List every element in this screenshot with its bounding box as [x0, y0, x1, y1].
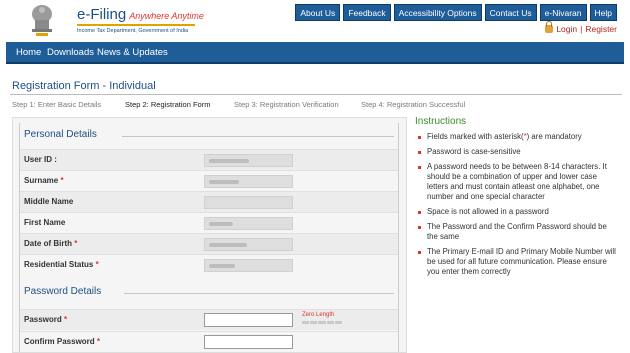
account-separator: |	[580, 24, 583, 34]
account-links: Login | Register	[545, 21, 617, 34]
top-nav-about-us[interactable]: About Us	[295, 4, 341, 21]
national-emblem-icon	[32, 5, 52, 36]
user-id-label: User ID :	[24, 155, 57, 164]
surname-label: Surname *	[24, 176, 64, 185]
middle-name-row: Middle Name	[20, 191, 398, 212]
step-3: Step 3: Registration Verification	[234, 100, 339, 109]
user-id-value	[204, 154, 293, 167]
page-title: Registration Form - Individual	[12, 80, 156, 92]
main-nav-home[interactable]: Home	[16, 47, 41, 58]
step-2-active: Step 2: Registration Form	[125, 100, 211, 109]
first-name-label: First Name	[24, 218, 66, 227]
date-of-birth-label: Date of Birth *	[24, 239, 78, 248]
top-nav-help[interactable]: Help	[589, 4, 617, 21]
main-nav-news-updates[interactable]: News & Updates	[97, 47, 168, 58]
login-link[interactable]: Login	[556, 24, 577, 34]
title-divider	[10, 94, 622, 95]
instruction-item: Password is case-sensitive	[418, 147, 618, 157]
main-nav-downloads[interactable]: Downloads	[47, 47, 94, 58]
section-divider	[124, 293, 394, 294]
residential-status-row: Residential Status *	[20, 254, 398, 275]
lock-icon	[545, 21, 554, 33]
residential-status-label: Residential Status *	[24, 260, 99, 269]
brand-subtitle: Income Tax Department, Government of Ind…	[77, 28, 189, 34]
first-name-value	[204, 217, 293, 230]
register-link[interactable]: Register	[585, 24, 617, 34]
section-divider	[122, 136, 394, 137]
instructions-heading: Instructions	[415, 116, 467, 127]
date-of-birth-row: Date of Birth *	[20, 233, 398, 254]
password-strength-meter	[302, 321, 343, 324]
step-1: Step 1: Enter Basic Details	[12, 100, 102, 109]
instruction-item: The Primary E-mail ID and Primary Mobile…	[418, 247, 618, 277]
confirm-password-input[interactable]	[204, 335, 293, 349]
instruction-item: A password needs to be between 8-14 char…	[418, 162, 618, 202]
top-nav-accessibility-options[interactable]: Accessibility Options	[393, 4, 482, 21]
personal-details-heading: Personal Details	[24, 129, 97, 140]
date-of-birth-value	[204, 238, 293, 251]
brand-tagline: Anywhere Anytime	[129, 11, 204, 21]
middle-name-label: Middle Name	[24, 197, 74, 206]
top-nav-feedback[interactable]: Feedback	[343, 4, 391, 21]
top-nav: About Us Feedback Accessibility Options …	[295, 4, 617, 21]
surname-row: Surname *	[20, 170, 398, 191]
surname-value	[204, 175, 293, 188]
registration-form-panel: Personal Details User ID : Surname * Mid…	[12, 117, 407, 353]
main-nav: Home Downloads News & Updates	[6, 42, 624, 64]
password-row: Password * Zero Length	[20, 309, 398, 330]
first-name-row: First Name	[20, 212, 398, 233]
password-strength-text: Zero Length	[302, 312, 335, 318]
brand-title: e-Filing Anywhere Anytime	[77, 6, 204, 23]
site-header: e-Filing Anywhere Anytime Income Tax Depa…	[0, 0, 630, 40]
top-nav-e-nivaran[interactable]: e-Nivaran	[539, 4, 587, 21]
form-inner: Personal Details User ID : Surname * Mid…	[19, 123, 399, 352]
step-4: Step 4: Registration Successful	[361, 100, 466, 109]
password-label: Password *	[24, 315, 68, 324]
confirm-password-row: Confirm Password *	[20, 331, 398, 352]
instruction-item: Fields marked with asterisk(*) are manda…	[418, 132, 618, 142]
user-id-row: User ID :	[20, 149, 398, 170]
middle-name-value	[204, 196, 293, 209]
top-nav-contact-us[interactable]: Contact Us	[484, 4, 537, 21]
instruction-item: The Password and the Confirm Password sh…	[418, 222, 618, 242]
instructions-list: Fields marked with asterisk(*) are manda…	[418, 132, 618, 282]
password-details-heading: Password Details	[24, 286, 102, 297]
confirm-password-label: Confirm Password *	[24, 337, 101, 346]
residential-status-value	[204, 259, 293, 272]
password-input[interactable]	[204, 313, 293, 327]
brand-underline	[77, 24, 195, 26]
instruction-item: Space is not allowed in a password	[418, 207, 618, 217]
